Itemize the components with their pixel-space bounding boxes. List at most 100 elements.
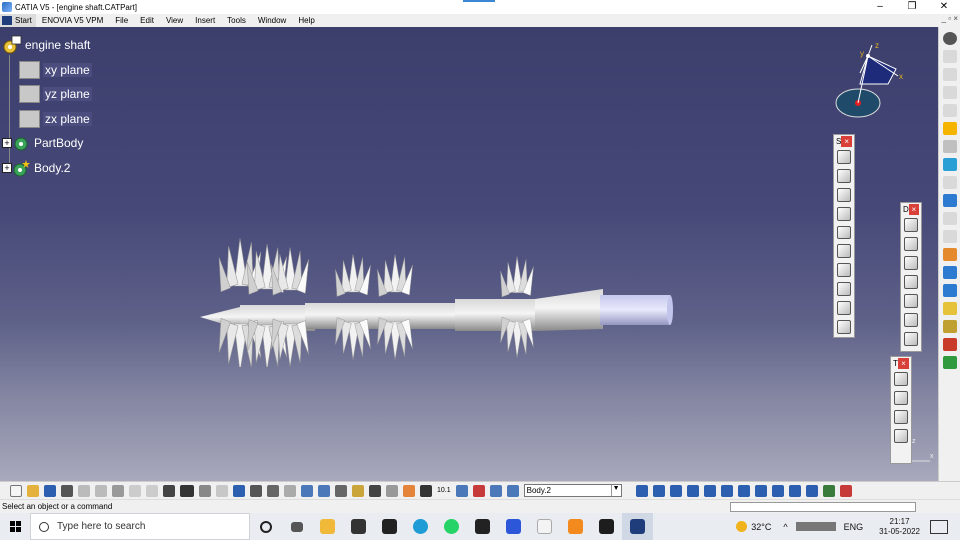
notes-icon[interactable] xyxy=(529,513,560,540)
line-icon[interactable] xyxy=(943,284,957,297)
cortana-icon[interactable] xyxy=(250,513,281,540)
sketch-tool-icon[interactable] xyxy=(837,225,851,240)
toolbar-icon[interactable] xyxy=(943,50,957,63)
copy-icon[interactable] xyxy=(95,484,107,497)
toolbar-icon[interactable] xyxy=(943,212,957,225)
toolbar-icon[interactable] xyxy=(489,484,502,497)
toolbar-icon[interactable] xyxy=(455,484,468,497)
sketch-tool-icon[interactable] xyxy=(837,282,851,297)
toolbar-icon[interactable] xyxy=(943,248,957,261)
current-body-select[interactable]: Body.2 ▼ xyxy=(523,484,622,497)
sketcher-icon[interactable] xyxy=(943,140,957,153)
maximize-button[interactable]: ❐ xyxy=(896,0,928,14)
terminal-icon[interactable] xyxy=(467,513,498,540)
multi-view-icon[interactable] xyxy=(754,484,767,497)
menu-insert[interactable]: Insert xyxy=(189,16,221,25)
edge-icon[interactable] xyxy=(405,513,436,540)
plane-icon[interactable] xyxy=(943,302,957,315)
sketch-tool-icon[interactable] xyxy=(837,168,851,183)
palette-close-icon[interactable]: × xyxy=(898,358,909,369)
sketch-tool-icon[interactable] xyxy=(837,187,851,202)
dressup-tool-icon[interactable] xyxy=(904,332,918,346)
toolbar-icon[interactable] xyxy=(943,86,957,99)
rotate-icon[interactable] xyxy=(686,484,699,497)
paste-icon[interactable] xyxy=(112,484,124,497)
catia-active-icon[interactable] xyxy=(622,513,653,540)
knowledge-icon[interactable] xyxy=(199,484,211,497)
minimize-button[interactable]: – xyxy=(864,0,896,14)
toolbar-icon[interactable] xyxy=(284,484,296,497)
sketch-tool-icon[interactable] xyxy=(837,320,851,334)
tray-chevron-icon[interactable]: ^ xyxy=(783,522,787,532)
notification-icon[interactable] xyxy=(930,519,948,534)
planes-icon[interactable] xyxy=(943,158,957,171)
toolbar-icon[interactable] xyxy=(943,338,957,351)
redo-icon[interactable] xyxy=(146,484,158,497)
tree-item-body2[interactable]: + Body.2 xyxy=(2,156,92,181)
3d-viewport[interactable]: engine shaft xy plane yz plane zx plane … xyxy=(0,27,938,481)
tree-item-yz-plane[interactable]: yz plane xyxy=(2,82,92,107)
zoom-out-icon[interactable] xyxy=(720,484,733,497)
menu-file[interactable]: File xyxy=(109,16,134,25)
toolbar-icon[interactable] xyxy=(267,484,279,497)
mdi-window-controls[interactable]: _ ▫ × xyxy=(942,14,958,23)
whatsapp-icon[interactable] xyxy=(436,513,467,540)
start-menu-button[interactable]: Start xyxy=(0,14,36,27)
catia-taskbar-icon[interactable] xyxy=(591,513,622,540)
transform-tool-icon[interactable] xyxy=(894,391,908,405)
language-indicator[interactable]: ENG xyxy=(844,522,864,532)
sketch-tool-icon[interactable] xyxy=(837,149,851,164)
toolbar-icon[interactable] xyxy=(506,484,519,497)
swap-space-icon[interactable] xyxy=(822,484,835,497)
dressup-tool-icon[interactable] xyxy=(904,218,918,232)
palette-close-icon[interactable]: × xyxy=(841,135,852,147)
transform-tool-icon[interactable] xyxy=(894,410,908,424)
engine-shaft-model[interactable] xyxy=(195,207,675,367)
file-explorer-icon[interactable] xyxy=(312,513,343,540)
dressup-tool-icon[interactable] xyxy=(904,237,918,251)
iso-view-icon[interactable] xyxy=(771,484,784,497)
sketch-tool-icon[interactable] xyxy=(837,244,851,259)
zoom-in-icon[interactable] xyxy=(703,484,716,497)
tray-icons[interactable] xyxy=(795,522,836,531)
toolbar-icon[interactable] xyxy=(472,484,485,497)
sketch-tool-icon[interactable] xyxy=(837,206,851,221)
task-view-icon[interactable] xyxy=(281,513,312,540)
toolbar-icon[interactable] xyxy=(943,356,957,369)
dressup-tool-icon[interactable] xyxy=(904,313,918,327)
fly-mode-icon[interactable] xyxy=(635,484,648,497)
tree-item-xy-plane[interactable]: xy plane xyxy=(2,58,92,83)
toolbar-icon[interactable] xyxy=(335,484,347,497)
select-arrow-icon[interactable] xyxy=(943,122,957,135)
taskbar-search[interactable]: Type here to search xyxy=(30,513,250,540)
settings-gear-icon[interactable] xyxy=(943,32,957,45)
point-icon[interactable] xyxy=(943,266,957,279)
toolbar-icon[interactable] xyxy=(943,194,957,207)
toolbar-icon[interactable] xyxy=(216,484,228,497)
taskbar-clock[interactable]: 21:17 31-05-2022 xyxy=(879,517,920,537)
fit-all-icon[interactable] xyxy=(652,484,665,497)
shading-icon[interactable] xyxy=(788,484,801,497)
toolbar-icon[interactable] xyxy=(301,484,313,497)
windows-start-icon[interactable] xyxy=(0,513,30,540)
menu-window[interactable]: Window xyxy=(252,16,292,25)
toolbar-icon[interactable] xyxy=(943,230,957,243)
compass-icon[interactable]: x y z xyxy=(830,41,910,121)
palette-close-icon[interactable]: × xyxy=(908,204,919,215)
transform-tool-icon[interactable] xyxy=(894,372,908,386)
mail-icon[interactable] xyxy=(343,513,374,540)
new-file-icon[interactable] xyxy=(10,484,22,497)
store-icon[interactable] xyxy=(374,513,405,540)
close-button[interactable]: ✕ xyxy=(928,0,960,14)
chevron-down-icon[interactable]: ▼ xyxy=(610,485,621,496)
vscode-icon[interactable] xyxy=(498,513,529,540)
dressup-tool-icon[interactable] xyxy=(904,275,918,289)
weather-widget[interactable]: 32°C xyxy=(736,521,771,532)
toolbar-icon[interactable] xyxy=(386,484,398,497)
open-folder-icon[interactable] xyxy=(27,484,39,497)
dressup-tool-icon[interactable] xyxy=(904,256,918,270)
toolbar-icon[interactable] xyxy=(352,484,364,497)
toolbar-icon[interactable] xyxy=(403,484,415,497)
pan-icon[interactable] xyxy=(669,484,682,497)
command-input[interactable] xyxy=(730,502,916,512)
